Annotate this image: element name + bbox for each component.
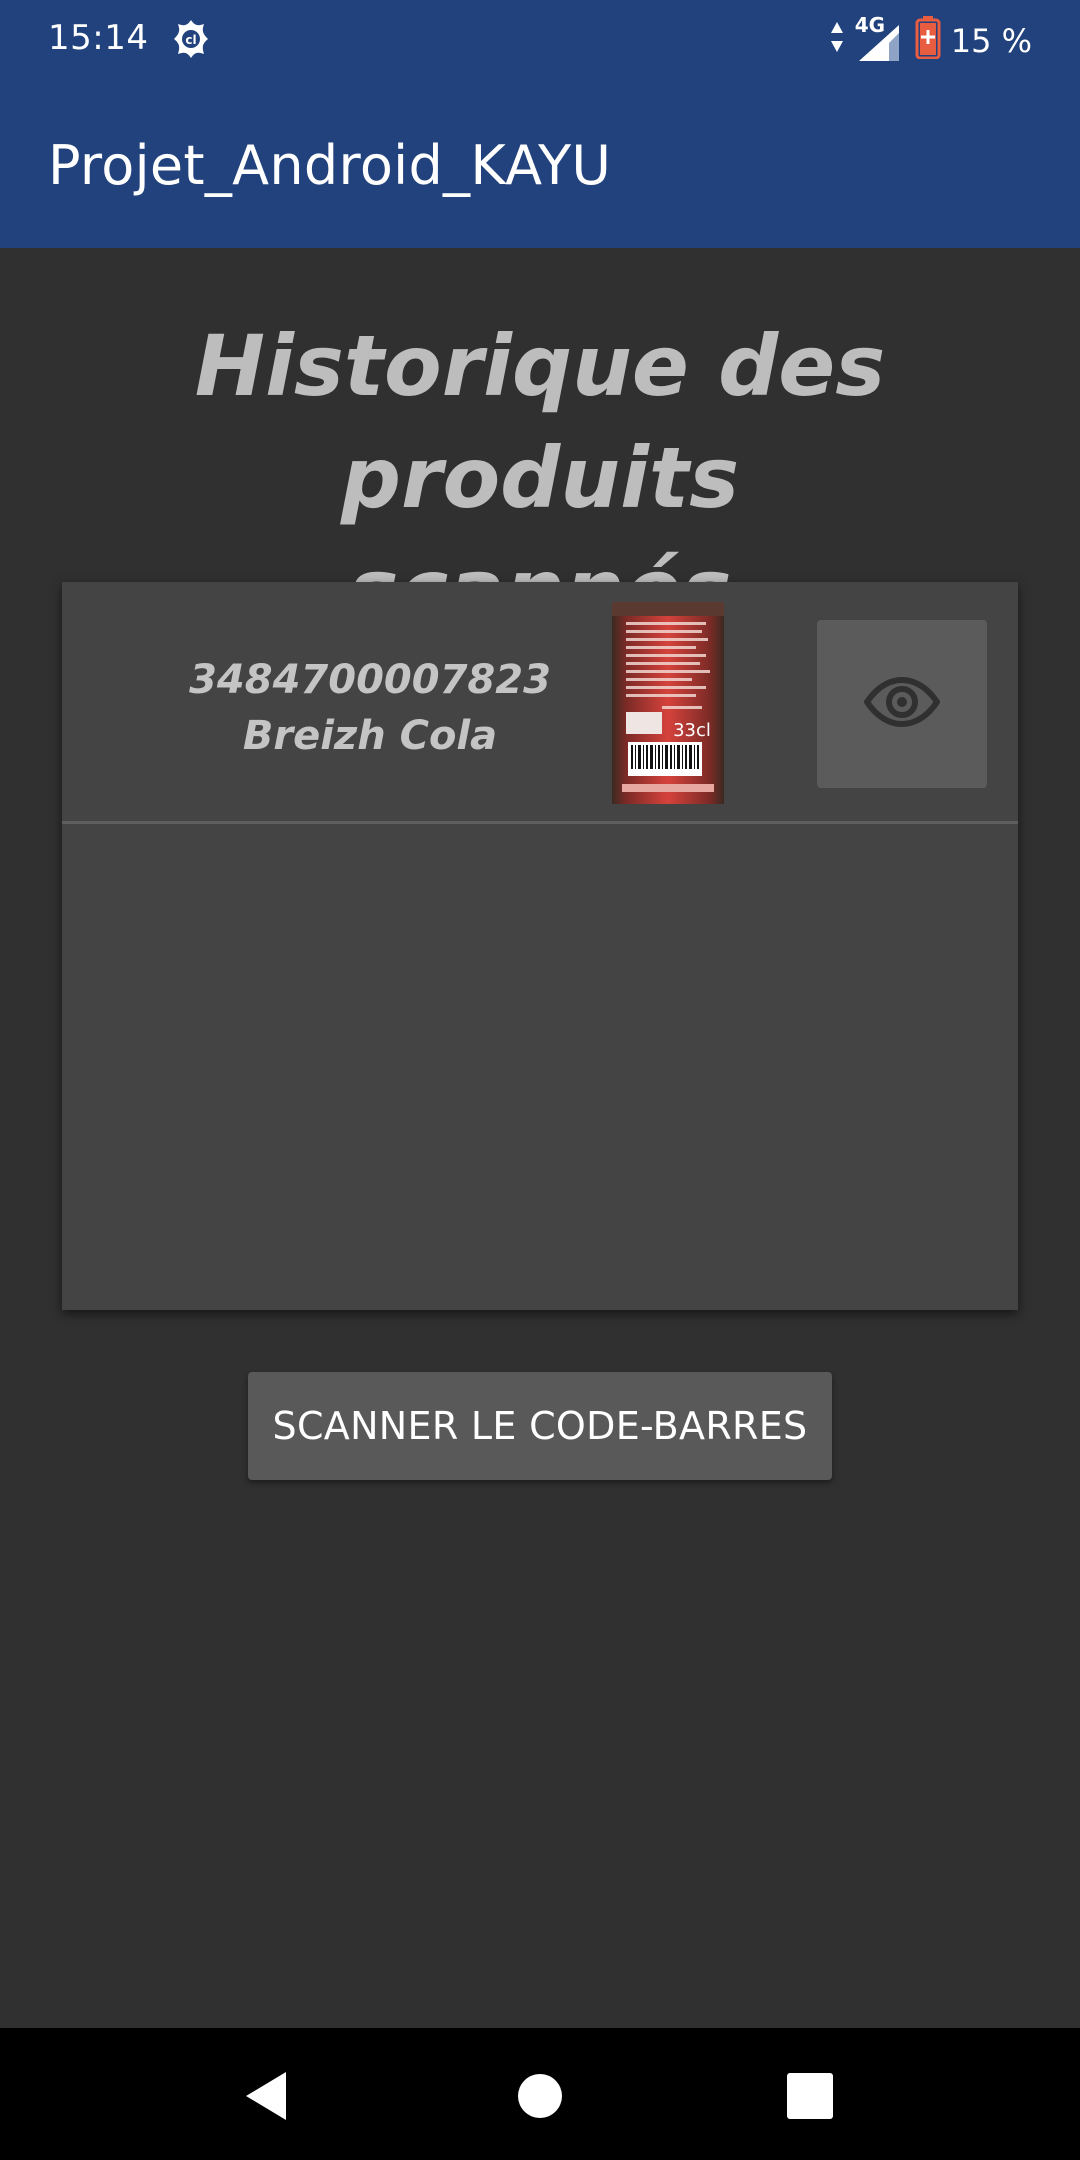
list-item[interactable]: 3484700007823 Breizh Cola 33cl bbox=[62, 582, 1018, 824]
history-list[interactable]: 3484700007823 Breizh Cola 33cl bbox=[62, 582, 1018, 1310]
battery-percentage: 15 % bbox=[950, 22, 1032, 60]
data-transfer-icon bbox=[829, 20, 845, 62]
app-bar: Projet_Android_KAYU bbox=[0, 82, 1080, 248]
network-type-label: 4G bbox=[854, 13, 886, 37]
status-time: 15:14 bbox=[48, 18, 149, 58]
scan-barcode-button[interactable]: SCANNER LE CODE-BARRES bbox=[248, 1372, 832, 1480]
status-bar: 15:14 cl 4G 15 % bbox=[0, 0, 1080, 82]
product-thumbnail: 33cl bbox=[612, 602, 724, 804]
eye-icon bbox=[863, 676, 941, 732]
thumbnail-volume-label: 33cl bbox=[673, 720, 711, 741]
view-product-button[interactable] bbox=[817, 620, 987, 788]
app-title: Projet_Android_KAYU bbox=[48, 134, 612, 197]
page-title-line-1: Historique des produits bbox=[194, 317, 886, 527]
status-indicators: 4G 15 % bbox=[829, 13, 1032, 67]
recents-icon[interactable] bbox=[780, 2066, 840, 2126]
notification-app-icon: cl bbox=[168, 16, 214, 62]
product-info: 3484700007823 Breizh Cola bbox=[122, 652, 618, 764]
signal-icon: 4G bbox=[855, 13, 905, 63]
product-name: Breizh Cola bbox=[242, 713, 498, 759]
home-icon[interactable] bbox=[510, 2066, 570, 2126]
product-barcode: 3484700007823 bbox=[189, 657, 551, 703]
svg-text:cl: cl bbox=[185, 33, 196, 47]
battery-low-icon bbox=[915, 15, 941, 67]
back-icon[interactable] bbox=[236, 2066, 296, 2126]
navigation-bar bbox=[0, 2028, 1080, 2160]
